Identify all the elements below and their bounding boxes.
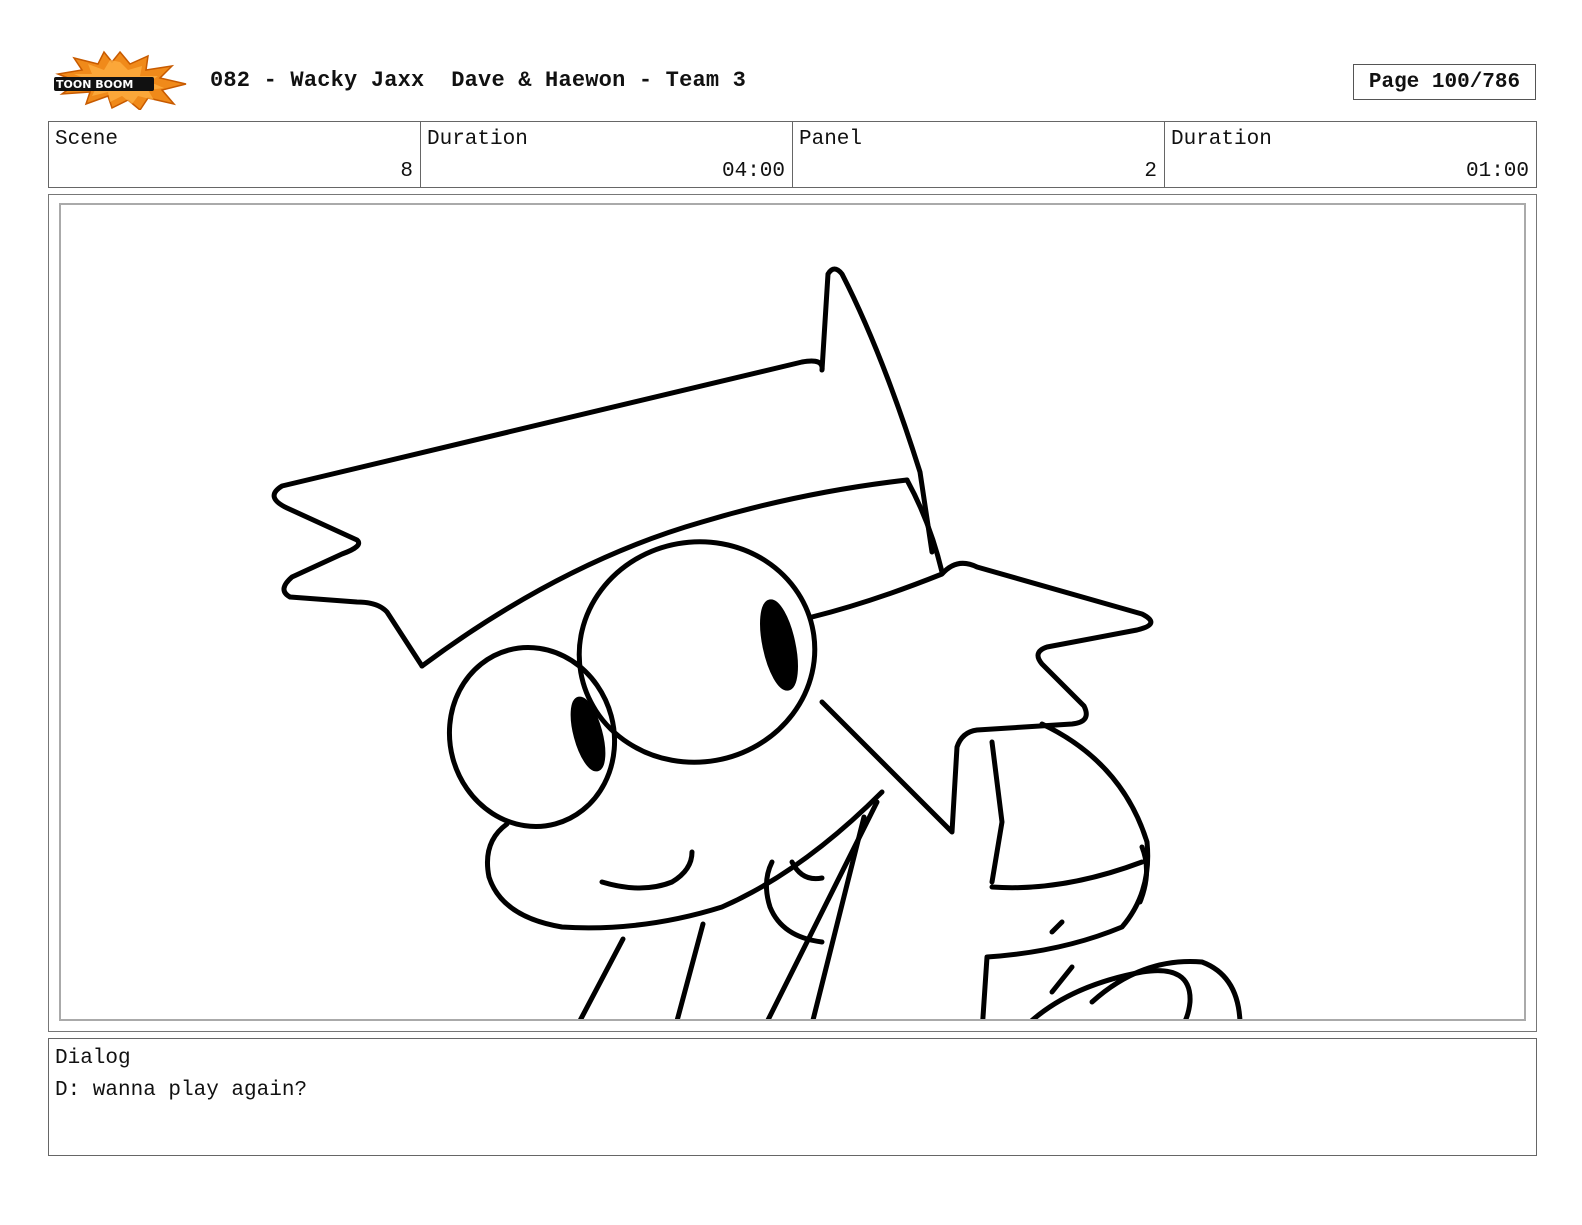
scene-duration-label: Duration xyxy=(427,128,528,151)
dialog-text: D: wanna play again? xyxy=(55,1079,308,1102)
panel-value: 2 xyxy=(1144,160,1157,183)
tail xyxy=(1029,968,1193,1019)
scene-duration-value: 04:00 xyxy=(721,160,785,183)
storyboard-frame xyxy=(59,203,1526,1021)
panel-duration-value: 01:00 xyxy=(1465,160,1529,183)
panel-cell: Panel 2 xyxy=(793,122,1165,187)
panel-duration-cell: Duration 01:00 xyxy=(1165,122,1536,187)
character-sketch xyxy=(271,266,1243,1019)
scene-value: 8 xyxy=(400,160,413,183)
toonboom-logo: TOON BOOM xyxy=(52,50,188,112)
left-pupil xyxy=(570,696,606,772)
dialog-box: Dialog D: wanna play again? xyxy=(48,1038,1537,1156)
scene-duration-cell: Duration 04:00 xyxy=(421,122,793,187)
svg-text:TOON BOOM: TOON BOOM xyxy=(56,78,133,91)
scene-label: Scene xyxy=(55,128,119,151)
hair-spike-right xyxy=(809,560,1154,835)
panel-duration-label: Duration xyxy=(1171,128,1272,151)
neck-line-1 xyxy=(578,936,626,1019)
hat-band xyxy=(419,477,910,669)
panel-info-row: Scene 8 Duration 04:00 Panel 2 Duration … xyxy=(48,121,1537,188)
neck-line-2 xyxy=(674,921,706,1019)
page-indicator: Page 100/786 xyxy=(1353,64,1536,100)
document-title: 082 - Wacky Jaxx Dave & Haewon - Team 3 xyxy=(210,68,747,93)
dialog-label: Dialog xyxy=(55,1047,131,1070)
hat-outline xyxy=(271,266,935,669)
scene-cell: Scene 8 xyxy=(49,122,421,187)
right-pupil xyxy=(760,599,798,691)
left-eye xyxy=(446,645,618,829)
smile xyxy=(599,849,695,891)
panel-label: Panel xyxy=(799,128,863,151)
